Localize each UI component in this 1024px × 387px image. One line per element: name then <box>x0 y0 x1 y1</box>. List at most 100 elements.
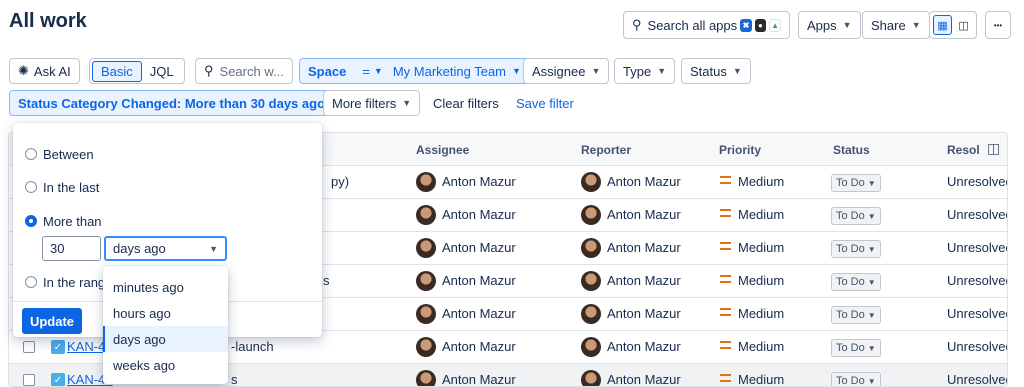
update-button[interactable]: Update <box>22 308 82 334</box>
chevron-down-icon: ▼ <box>512 66 521 76</box>
avatar <box>581 304 601 324</box>
status-dropdown[interactable]: To Do ▼ <box>831 240 881 258</box>
ask-ai-button[interactable]: ✺ Ask AI <box>9 58 80 84</box>
priority-medium-icon <box>720 275 731 283</box>
view-toggle[interactable]: ▦ ◫ <box>929 11 977 39</box>
row-priority[interactable]: Medium <box>738 207 784 222</box>
more-filters-button[interactable]: More filters ▼ <box>323 90 421 116</box>
status-dropdown[interactable]: To Do ▼ <box>831 174 881 192</box>
avatar <box>581 370 601 386</box>
option-hours-ago[interactable]: hours ago <box>103 300 228 326</box>
detail-view-icon[interactable]: ◫ <box>954 15 973 35</box>
option-days-ago[interactable]: days ago <box>103 326 228 352</box>
space-filter-label: Space <box>308 63 347 79</box>
type-filter[interactable]: Type ▼ <box>614 58 676 84</box>
avatar <box>416 337 436 357</box>
save-filter-link[interactable]: Save filter <box>516 96 574 111</box>
option-in-the-last-label[interactable]: In the last <box>43 180 99 195</box>
more-actions-button[interactable]: ••• <box>985 11 1011 39</box>
row-resolution: Unresolved <box>947 306 1008 321</box>
row-summary[interactable]: s <box>231 372 238 386</box>
column-settings-icon[interactable]: ◫ <box>987 140 1000 157</box>
row-assignee[interactable]: Anton Mazur <box>442 306 516 321</box>
row-resolution: Unresolved <box>947 240 1008 255</box>
apps-button[interactable]: Apps ▼ <box>798 11 861 39</box>
row-priority[interactable]: Medium <box>738 174 784 189</box>
column-header-assignee[interactable]: Assignee <box>416 143 469 157</box>
search-icon: ⚲ <box>632 17 642 32</box>
status-filter[interactable]: Status ▼ <box>681 58 751 84</box>
row-assignee[interactable]: Anton Mazur <box>442 174 516 189</box>
row-priority[interactable]: Medium <box>738 372 784 386</box>
status-dropdown[interactable]: To Do ▼ <box>831 306 881 324</box>
number-input[interactable]: 30 <box>42 236 101 261</box>
row-reporter: Anton Mazur <box>607 240 681 255</box>
row-priority[interactable]: Medium <box>738 339 784 354</box>
query-mode-toggle[interactable]: Basic JQL <box>89 58 185 84</box>
space-filter[interactable]: Space = ▼ My Marketing Team ▼ <box>299 58 530 84</box>
unit-select[interactable]: days ago ▼ <box>104 236 227 261</box>
row-summary[interactable]: py) <box>331 174 349 189</box>
row-assignee[interactable]: Anton Mazur <box>442 273 516 288</box>
list-view-icon[interactable]: ▦ <box>933 15 953 35</box>
chevron-down-icon: ▼ <box>373 66 383 76</box>
avatar <box>581 172 601 192</box>
avatar <box>416 172 436 192</box>
option-weeks-ago[interactable]: weeks ago <box>103 352 228 378</box>
status-dropdown[interactable]: To Do ▼ <box>831 339 881 357</box>
row-reporter: Anton Mazur <box>607 273 681 288</box>
priority-medium-icon <box>720 209 731 217</box>
search-all-apps-button[interactable]: ⚲ Search all apps ✖ ● ▲ <box>623 11 790 39</box>
radio-in-the-last[interactable] <box>25 181 37 193</box>
search-work-placeholder: Search w... <box>219 63 284 79</box>
option-more-than-label[interactable]: More than <box>43 214 102 229</box>
chevron-down-icon: ▼ <box>867 376 876 386</box>
row-resolution: Unresolved <box>947 372 1008 387</box>
row-summary[interactable]: s <box>323 273 330 288</box>
radio-between[interactable] <box>25 148 37 160</box>
row-assignee[interactable]: Anton Mazur <box>442 339 516 354</box>
radio-in-the-range[interactable] <box>25 276 37 288</box>
ask-ai-label: Ask AI <box>33 63 71 79</box>
row-priority[interactable]: Medium <box>738 273 784 288</box>
chevron-down-icon: ▼ <box>867 178 876 188</box>
option-in-the-range-label[interactable]: In the range <box>43 275 112 290</box>
column-header-resolution[interactable]: Resol <box>947 143 980 157</box>
column-header-reporter[interactable]: Reporter <box>581 143 631 157</box>
status-category-filter[interactable]: Status Category Changed: More than 30 da… <box>9 90 351 116</box>
row-reporter: Anton Mazur <box>607 174 681 189</box>
row-checkbox[interactable] <box>23 341 35 353</box>
radio-more-than[interactable] <box>25 215 37 227</box>
space-filter-operator[interactable]: = <box>362 64 370 79</box>
option-minutes-ago[interactable]: minutes ago <box>103 274 228 300</box>
chevron-down-icon: ▼ <box>657 66 667 76</box>
task-type-icon: ✓ <box>51 340 65 354</box>
status-dropdown[interactable]: To Do ▼ <box>831 273 881 291</box>
row-assignee[interactable]: Anton Mazur <box>442 207 516 222</box>
row-summary[interactable]: -launch <box>231 339 274 354</box>
row-assignee[interactable]: Anton Mazur <box>442 372 516 386</box>
assignee-filter[interactable]: Assignee ▼ <box>523 58 610 84</box>
clear-filters-button[interactable]: Clear filters <box>433 96 499 111</box>
row-priority[interactable]: Medium <box>738 306 784 321</box>
column-header-priority[interactable]: Priority <box>719 143 761 157</box>
chevron-down-icon: ▼ <box>867 343 876 353</box>
row-priority[interactable]: Medium <box>738 240 784 255</box>
row-assignee[interactable]: Anton Mazur <box>442 240 516 255</box>
status-dropdown[interactable]: To Do ▼ <box>831 372 881 386</box>
jql-mode-tab[interactable]: JQL <box>142 62 182 81</box>
basic-mode-tab[interactable]: Basic <box>92 60 142 82</box>
avatar <box>581 271 601 291</box>
drive-app-icon: ▲ <box>769 18 782 32</box>
chevron-down-icon: ▼ <box>867 244 876 254</box>
column-header-status[interactable]: Status <box>833 143 870 157</box>
chevron-down-icon: ▼ <box>867 211 876 221</box>
share-button[interactable]: Share ▼ <box>862 11 930 39</box>
status-dropdown[interactable]: To Do ▼ <box>831 207 881 225</box>
search-work-input[interactable]: ⚲ Search w... <box>195 58 293 84</box>
row-checkbox[interactable] <box>23 374 35 386</box>
row-reporter: Anton Mazur <box>607 306 681 321</box>
chevron-down-icon: ▼ <box>867 277 876 287</box>
avatar <box>416 271 436 291</box>
option-between-label[interactable]: Between <box>43 147 94 162</box>
